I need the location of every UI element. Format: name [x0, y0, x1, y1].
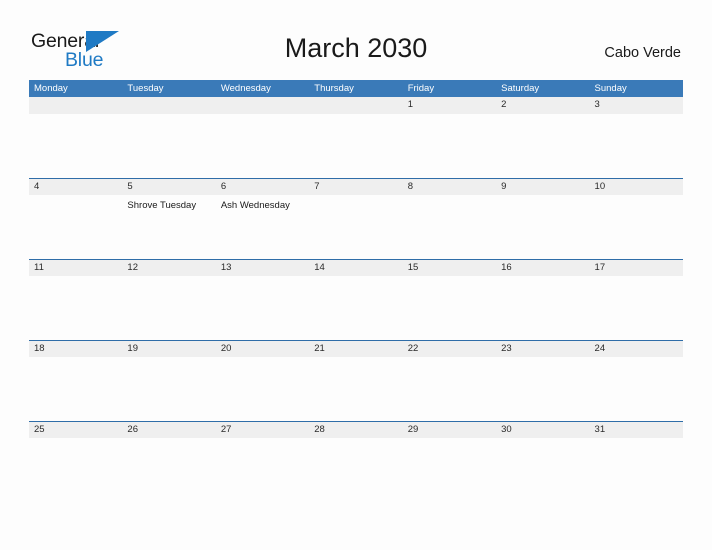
day-number[interactable]: 18 — [29, 341, 122, 357]
day-number[interactable]: 8 — [403, 179, 496, 195]
weekday-header-saturday: Saturday — [501, 83, 540, 94]
day-number[interactable]: 31 — [590, 422, 683, 438]
day-number[interactable]: 5 — [122, 179, 215, 195]
day-cell[interactable] — [216, 276, 309, 339]
day-cell[interactable] — [496, 357, 589, 420]
day-cell[interactable] — [122, 276, 215, 339]
day-number[interactable]: 24 — [590, 341, 683, 357]
weekday-header-thursday: Thursday — [314, 83, 354, 94]
day-cell[interactable] — [122, 438, 215, 501]
day-cell[interactable] — [309, 438, 402, 501]
day-cell[interactable] — [29, 276, 122, 339]
day-number[interactable]: 15 — [403, 260, 496, 276]
day-number[interactable]: 19 — [122, 341, 215, 357]
day-number[interactable]: 16 — [496, 260, 589, 276]
day-cell[interactable] — [29, 195, 122, 258]
day-number[interactable]: 9 — [496, 179, 589, 195]
week-date-band: 11 12 13 14 15 16 17 — [29, 259, 683, 276]
day-cell[interactable] — [309, 195, 402, 258]
day-number[interactable] — [216, 97, 309, 113]
calendar-week-row: 18 19 20 21 22 23 24 — [29, 340, 683, 421]
calendar-grid: Monday Tuesday Wednesday Thursday Friday… — [29, 80, 683, 502]
day-number[interactable]: 13 — [216, 260, 309, 276]
day-cell[interactable] — [496, 276, 589, 339]
day-cell[interactable] — [403, 195, 496, 258]
day-cell[interactable] — [122, 357, 215, 420]
day-cell[interactable] — [590, 276, 683, 339]
day-cell[interactable] — [590, 114, 683, 177]
day-cell[interactable] — [29, 438, 122, 501]
day-number[interactable]: 22 — [403, 341, 496, 357]
day-number[interactable]: 25 — [29, 422, 122, 438]
day-cell[interactable] — [590, 438, 683, 501]
day-event-label: Ash Wednesday — [220, 200, 290, 211]
weekday-header-sunday: Sunday — [594, 83, 627, 94]
day-number[interactable]: 10 — [590, 179, 683, 195]
day-number[interactable]: 7 — [309, 179, 402, 195]
week-event-band — [29, 357, 683, 420]
day-cell[interactable] — [122, 114, 215, 177]
day-number[interactable]: 17 — [590, 260, 683, 276]
day-number[interactable]: 30 — [496, 422, 589, 438]
day-number[interactable]: 27 — [216, 422, 309, 438]
week-event-band — [29, 114, 683, 177]
day-cell[interactable] — [496, 114, 589, 177]
weekday-header-wednesday: Wednesday — [220, 83, 271, 94]
day-cell[interactable] — [590, 195, 683, 258]
week-event-band — [29, 438, 683, 501]
day-number[interactable]: 4 — [29, 179, 122, 195]
week-date-band: 1 2 3 — [29, 97, 683, 114]
day-number[interactable]: 12 — [122, 260, 215, 276]
day-cell[interactable] — [496, 195, 589, 258]
calendar-week-row: 11 12 13 14 15 16 17 — [29, 259, 683, 340]
day-cell[interactable] — [29, 357, 122, 420]
day-number[interactable]: 21 — [309, 341, 402, 357]
day-cell[interactable] — [403, 357, 496, 420]
day-number[interactable]: 3 — [590, 97, 683, 113]
day-cell[interactable]: Ash Wednesday — [216, 195, 309, 258]
day-number[interactable]: 14 — [309, 260, 402, 276]
week-date-band: 25 26 27 28 29 30 31 — [29, 421, 683, 438]
day-number[interactable]: 28 — [309, 422, 402, 438]
day-cell[interactable] — [216, 114, 309, 177]
day-number[interactable] — [122, 97, 215, 113]
day-number[interactable] — [309, 97, 402, 113]
day-cell[interactable] — [309, 114, 402, 177]
day-number[interactable]: 26 — [122, 422, 215, 438]
day-cell[interactable] — [403, 438, 496, 501]
day-cell[interactable] — [403, 276, 496, 339]
day-number[interactable]: 11 — [29, 260, 122, 276]
calendar-week-row: 25 26 27 28 29 30 31 — [29, 421, 683, 502]
calendar-week-row: 1 2 3 — [29, 97, 683, 178]
day-cell[interactable] — [29, 114, 122, 177]
day-cell[interactable]: Shrove Tuesday — [122, 195, 215, 258]
day-cell[interactable] — [216, 438, 309, 501]
week-date-band: 18 19 20 21 22 23 24 — [29, 340, 683, 357]
day-event-label: Shrove Tuesday — [127, 200, 197, 211]
day-cell[interactable] — [403, 114, 496, 177]
day-cell[interactable] — [496, 438, 589, 501]
day-cell[interactable] — [590, 357, 683, 420]
day-number[interactable]: 20 — [216, 341, 309, 357]
region-label: Cabo Verde — [604, 45, 681, 61]
weekday-header-monday: Monday — [34, 83, 68, 94]
weekday-header-row: Monday Tuesday Wednesday Thursday Friday… — [29, 80, 683, 97]
day-number[interactable]: 1 — [403, 97, 496, 113]
week-event-band: Shrove Tuesday Ash Wednesday — [29, 195, 683, 258]
weekday-header-tuesday: Tuesday — [127, 83, 164, 94]
day-cell[interactable] — [309, 276, 402, 339]
day-number[interactable]: 2 — [496, 97, 589, 113]
day-cell[interactable] — [216, 357, 309, 420]
day-number[interactable]: 6 — [216, 179, 309, 195]
day-number[interactable] — [29, 97, 122, 113]
week-date-band: 4 5 6 7 8 9 10 — [29, 178, 683, 195]
page-header: General Blue March 2030 Cabo Verde — [0, 0, 712, 78]
day-number[interactable]: 23 — [496, 341, 589, 357]
day-cell[interactable] — [309, 357, 402, 420]
weekday-header-friday: Friday — [407, 83, 435, 94]
week-event-band — [29, 276, 683, 339]
day-number[interactable]: 29 — [403, 422, 496, 438]
calendar-page: General Blue March 2030 Cabo Verde Monda… — [0, 0, 712, 550]
calendar-week-row: 4 5 6 7 8 9 10 Shrove Tuesday Ash Wednes… — [29, 178, 683, 259]
